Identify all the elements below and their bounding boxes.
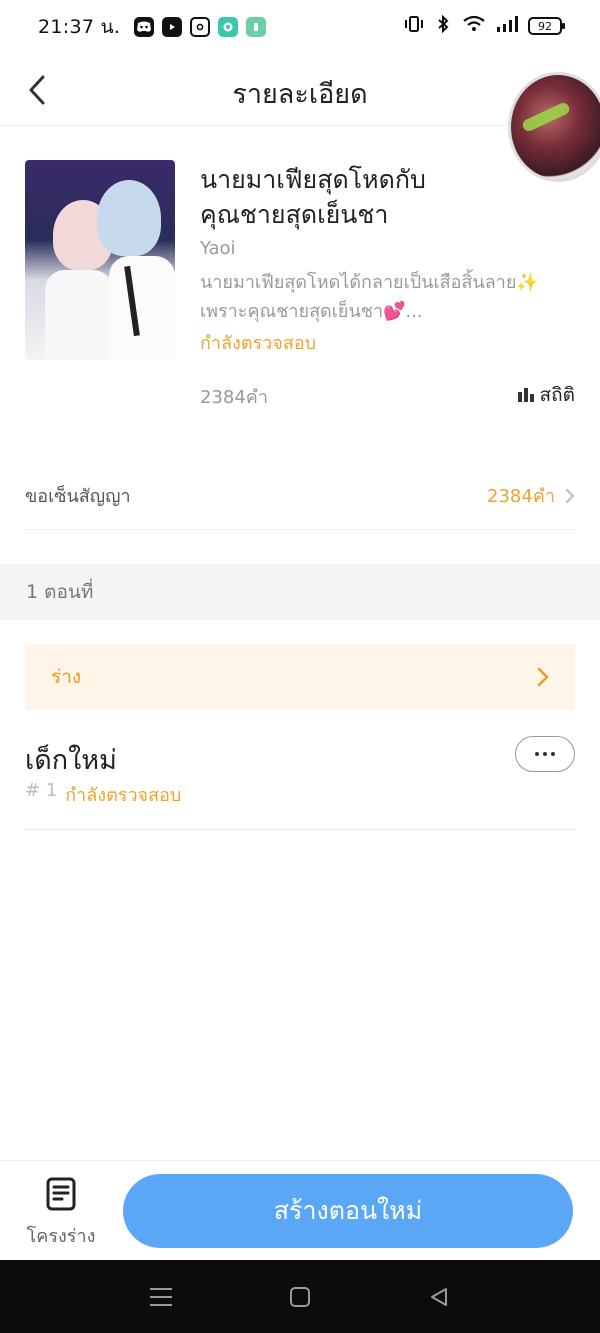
draft-label: ร่าง: [51, 666, 82, 688]
contract-label: ขอเซ็นสัญญา: [25, 486, 131, 507]
chat-app-icon: [218, 17, 239, 37]
instagram-icon: [190, 17, 211, 37]
tiktok-icon: [246, 17, 267, 37]
bluetooth-icon: [434, 14, 452, 37]
chevron-right-icon: [537, 667, 549, 687]
system-nav-bar: [0, 1260, 600, 1333]
stats-label: สถิติ: [539, 384, 575, 406]
book-word-count: 2384คำ: [200, 387, 268, 408]
discord-icon: [134, 17, 155, 37]
app-header: รายละเอียด: [0, 54, 600, 182]
status-indicators: 92: [404, 14, 565, 37]
divider: [25, 829, 575, 830]
episode-count: 1 ตอนที่: [26, 581, 94, 603]
youtube-icon: [162, 17, 183, 37]
episode-count-band: 1 ตอนที่: [0, 564, 600, 620]
outline-button[interactable]: โครงร่าง: [22, 1177, 100, 1257]
contract-value: 2384คำ: [487, 486, 555, 507]
contract-row[interactable]: ขอเซ็นสัญญา 2384คำ: [25, 462, 575, 530]
book-cover-image: [25, 160, 175, 360]
wifi-icon: [462, 15, 486, 37]
chapter-number: # 1: [25, 780, 58, 801]
vibrate-icon: [404, 15, 424, 37]
chapter-status: กำลังตรวจสอบ: [65, 785, 182, 806]
signal-icon: [496, 15, 518, 37]
create-new-chapter-button[interactable]: สร้างตอนใหม่: [123, 1174, 573, 1248]
chapter-more-button[interactable]: [515, 736, 575, 772]
book-genre: Yaoi: [200, 238, 236, 259]
chapter-meta: # 1 กำลังตรวจสอบ: [25, 780, 181, 809]
status-time: 21:37 น.: [38, 16, 121, 38]
contract-right: 2384คำ: [487, 481, 575, 510]
book-title: นายมาเฟียสุดโหดกับคุณชายสุดเย็นชา: [200, 165, 426, 229]
outline-label: โครงร่าง: [26, 1226, 96, 1247]
floating-avatar[interactable]: [508, 72, 600, 182]
stats-button[interactable]: สถิติ: [517, 380, 575, 410]
chevron-right-icon: [566, 488, 575, 503]
draft-row[interactable]: ร่าง: [25, 644, 575, 710]
bar-chart-icon: [517, 388, 534, 402]
more-dots-icon: [535, 752, 539, 756]
back-triangle-icon[interactable]: [428, 1286, 450, 1308]
book-status: กำลังตรวจสอบ: [200, 333, 317, 354]
menu-icon[interactable]: [150, 1287, 172, 1306]
status-bar: 21:37 น. 92: [0, 0, 600, 54]
home-icon[interactable]: [290, 1286, 310, 1307]
battery-indicator: 92: [528, 17, 565, 35]
chapter-title[interactable]: เด็กใหม่: [25, 738, 117, 781]
status-app-icons: [134, 17, 267, 37]
document-icon: [46, 1177, 76, 1211]
book-description: นายมาเฟียสุดโหดได้กลายเป็นเสือสิ้นลาย✨ เ…: [200, 272, 539, 322]
bottom-action-bar: โครงร่าง สร้างตอนใหม่: [0, 1160, 600, 1260]
